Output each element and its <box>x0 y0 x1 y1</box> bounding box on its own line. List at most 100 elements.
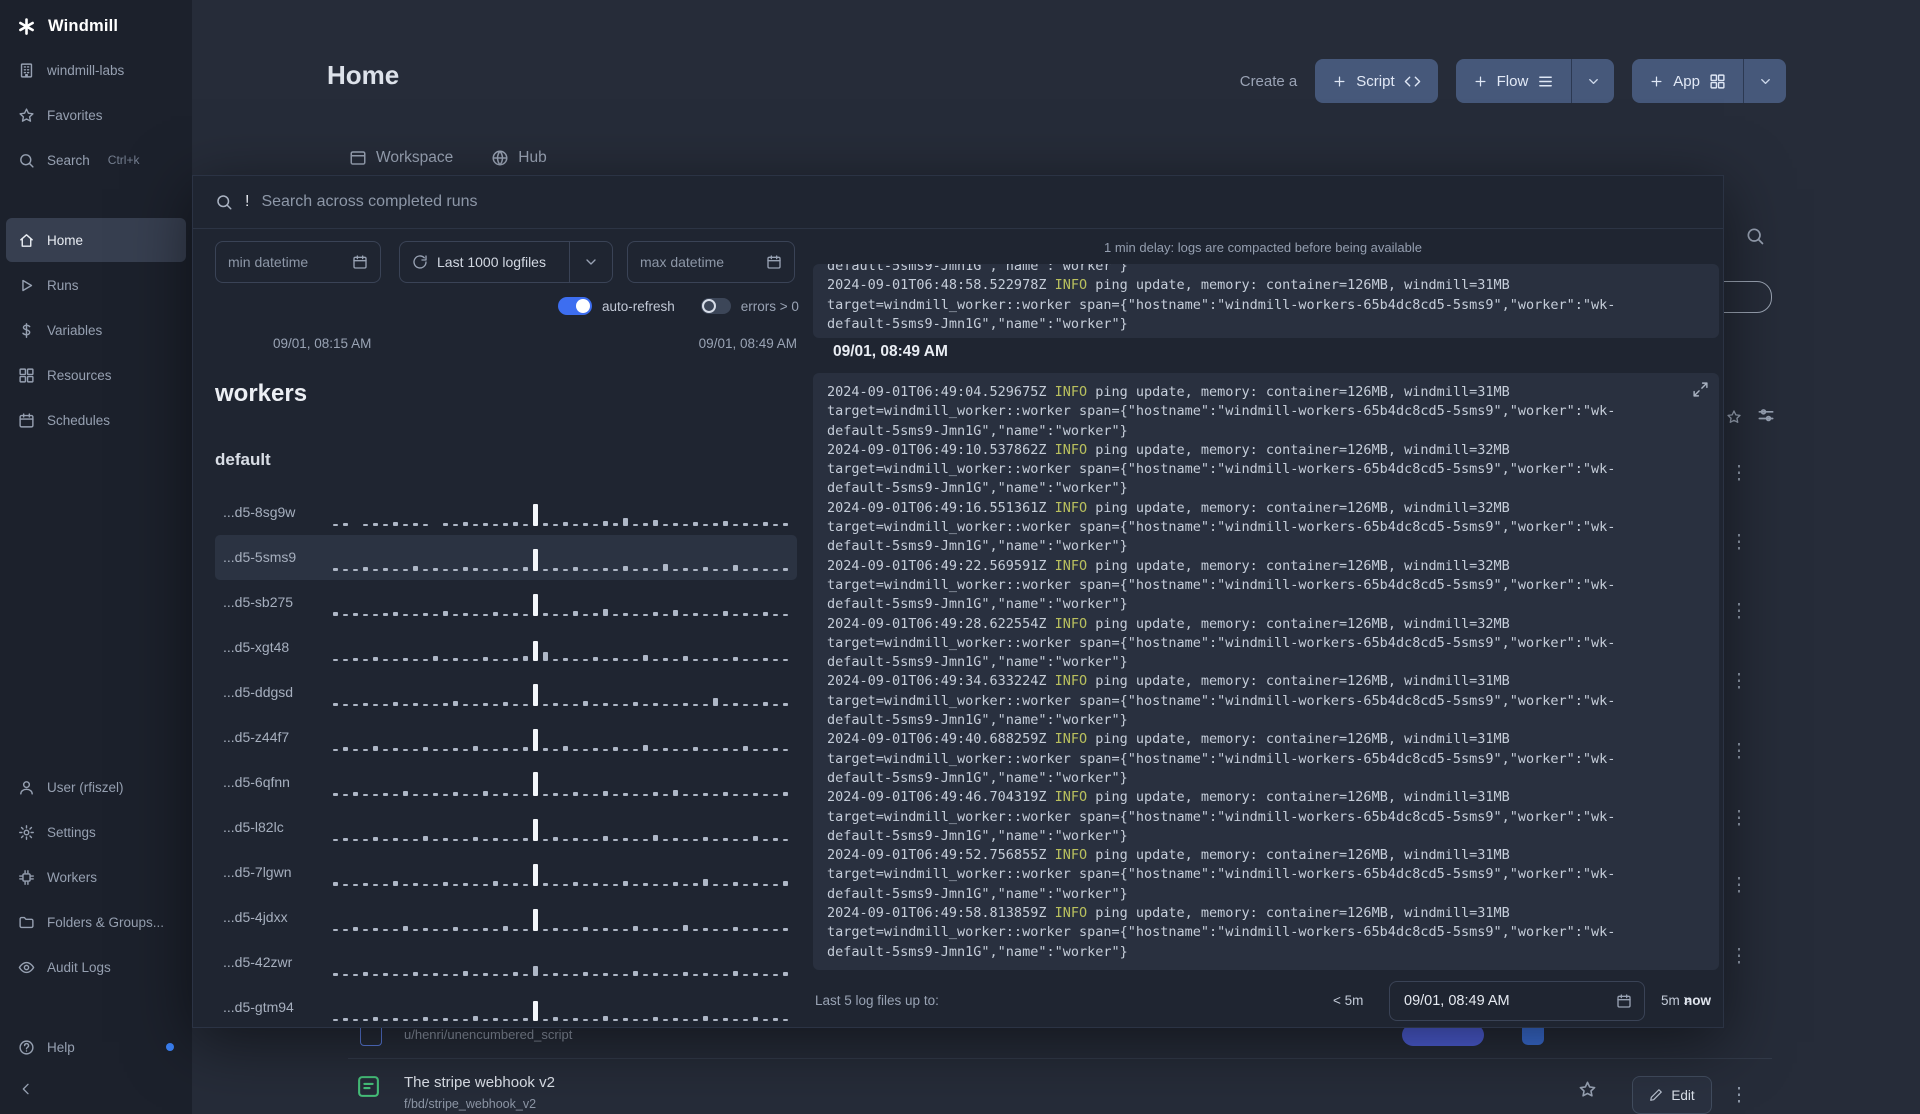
windmill-logo-icon <box>16 16 37 37</box>
row-menu-kebab-icon[interactable]: ⋮ <box>1729 742 1749 762</box>
sidebar-item-user[interactable]: User (rfiszel) <box>6 765 186 809</box>
errors-toggle[interactable] <box>700 298 731 314</box>
row-menu-kebab-icon[interactable]: ⋮ <box>1729 672 1749 692</box>
worker-row[interactable]: ...d5-7lgwn <box>215 850 797 895</box>
create-app-label: App <box>1673 72 1700 90</box>
worker-activity-sparkline <box>333 635 793 661</box>
play-icon <box>18 277 35 294</box>
chevron-left-icon <box>18 1081 34 1097</box>
create-app-button[interactable]: App <box>1632 59 1743 103</box>
sidebar-item-help[interactable]: Help <box>6 1025 186 1069</box>
star-icon <box>18 107 35 124</box>
row-menu-kebab-icon[interactable]: ⋮ <box>1729 876 1749 896</box>
plus-icon <box>1473 74 1488 89</box>
sidebar-item-label: Variables <box>47 322 103 338</box>
worker-name: ...d5-sb275 <box>223 594 294 610</box>
worker-row[interactable]: ...d5-ddgsd <box>215 670 797 715</box>
row-menu-kebab-icon[interactable]: ⋮ <box>1729 809 1749 829</box>
create-flow-label: Flow <box>1496 72 1529 90</box>
row-menu-kebab-icon[interactable]: ⋮ <box>1729 947 1749 967</box>
log-entry: 2024-09-01T06:49:52.756855Z INFO ping up… <box>827 847 1616 902</box>
create-script-label: Script <box>1356 72 1395 90</box>
row-menu-kebab-icon[interactable]: ⋮ <box>1729 1086 1749 1106</box>
logfiles-dropdown-button[interactable] <box>569 242 612 282</box>
sidebar-item-schedules[interactable]: Schedules <box>6 398 186 442</box>
cpu-icon <box>18 869 35 886</box>
create-buttons-row: Create a Script Flow App <box>1240 59 1786 103</box>
flow-list-icon <box>1537 73 1554 90</box>
create-app-dropdown-button[interactable] <box>1743 59 1786 103</box>
sidebar-item-label: windmill-labs <box>47 62 125 78</box>
previous-log-entries: 2024-09-01T06:48:58.522978Z INFO ping up… <box>827 276 1705 334</box>
now-button[interactable]: now <box>1684 993 1711 1008</box>
auto-refresh-toggle[interactable] <box>558 297 592 315</box>
worker-activity-sparkline <box>333 770 793 796</box>
worker-name: ...d5-5sms9 <box>223 549 297 565</box>
worker-row[interactable]: ...d5-xgt48 <box>215 625 797 670</box>
tab-label: Hub <box>518 149 547 166</box>
create-script-button[interactable]: Script <box>1315 59 1437 103</box>
workers-list: ...d5-8sg9w ...d5-5sms9 ...d5-sb275 ...d5-x… <box>215 490 797 1030</box>
worker-row[interactable]: ...d5-8sg9w <box>215 490 797 535</box>
sidebar-item-workers[interactable]: Workers <box>6 855 186 899</box>
sidebar-item-runs[interactable]: Runs <box>6 263 186 307</box>
log-section-header: 09/01, 08:49 AM <box>833 343 948 360</box>
range-start: 09/01, 08:15 AM <box>273 336 372 351</box>
worker-row[interactable]: ...d5-5sms9 <box>215 535 797 580</box>
worker-activity-sparkline <box>333 500 793 526</box>
worker-activity-sparkline <box>333 590 793 616</box>
worker-row[interactable]: ...d5-z44f7 <box>215 715 797 760</box>
chevron-down-icon <box>1586 74 1601 89</box>
logfiles-select[interactable]: Last 1000 logfiles <box>399 241 613 283</box>
folder-icon <box>18 914 35 931</box>
row-menu-kebab-icon[interactable]: ⋮ <box>1729 602 1749 622</box>
row-menu-kebab-icon[interactable]: ⋮ <box>1729 533 1749 553</box>
create-flow-dropdown-button[interactable] <box>1571 59 1614 103</box>
sidebar-item-workspace[interactable]: windmill-labs <box>6 48 186 92</box>
item-title[interactable]: The stripe webhook v2 <box>404 1074 555 1091</box>
sidebar-item-favorites[interactable]: Favorites <box>6 93 186 137</box>
favorite-star-icon[interactable] <box>1578 1080 1597 1099</box>
min-datetime-input[interactable]: min datetime <box>215 241 381 283</box>
worker-name: ...d5-ddgsd <box>223 684 294 700</box>
worker-row[interactable]: ...d5-4jdxx <box>215 895 797 940</box>
worker-name: ...d5-xgt48 <box>223 639 290 655</box>
runs-search-input[interactable]: ! Search across completed runs <box>193 176 1723 229</box>
worker-row[interactable]: ...d5-6qfnn <box>215 760 797 805</box>
sidebar-item-folders-groups[interactable]: Folders & Groups... <box>6 900 186 944</box>
sidebar-item-label: Folders & Groups... <box>47 914 165 930</box>
log-delay-note: 1 min delay: logs are compacted before b… <box>1104 240 1422 255</box>
row-menu-kebab-icon[interactable]: ⋮ <box>1729 464 1749 484</box>
log-datetime-input[interactable]: 09/01, 08:49 AM <box>1389 981 1645 1021</box>
collapse-sidebar-button[interactable] <box>0 1070 192 1108</box>
sidebar-item-home[interactable]: Home <box>6 218 186 262</box>
worker-row[interactable]: ...d5-42zwr <box>215 940 797 985</box>
worker-row[interactable]: ...d5-sb275 <box>215 580 797 625</box>
sliders-icon[interactable] <box>1756 406 1776 426</box>
edit-button[interactable]: Edit <box>1632 1076 1712 1114</box>
app-title: Windmill <box>48 17 119 35</box>
worker-name: ...d5-z44f7 <box>223 729 290 745</box>
star-filter-icon[interactable] <box>1726 409 1742 425</box>
sidebar-item-audit-logs[interactable]: Audit Logs <box>6 945 186 989</box>
sidebar-item-search[interactable]: Search Ctrl+k <box>6 138 186 182</box>
sidebar-item-variables[interactable]: Variables <box>6 308 186 352</box>
worker-row[interactable]: ...d5-l82lc <box>215 805 797 850</box>
log-entry: 2024-09-01T06:49:28.622554Z INFO ping up… <box>827 615 1616 671</box>
sidebar-item-settings[interactable]: Settings <box>6 810 186 854</box>
list-search-icon[interactable] <box>1745 226 1765 246</box>
max-datetime-input[interactable]: max datetime <box>627 241 795 283</box>
worker-row[interactable]: ...d5-gtm94 <box>215 985 797 1030</box>
workers-drawer: ! Search across completed runs min datet… <box>192 175 1724 1028</box>
create-flow-button[interactable]: Flow <box>1456 59 1572 103</box>
range-end: 09/01, 08:49 AM <box>698 336 797 351</box>
expand-icon[interactable] <box>1692 381 1709 398</box>
sidebar-item-resources[interactable]: Resources <box>6 353 186 397</box>
logfiles-value: Last 1000 logfiles <box>437 254 546 270</box>
log-footer: Last 5 log files up to: < 5m 09/01, 08:4… <box>813 981 1719 1023</box>
search-icon <box>215 193 233 211</box>
chevron-down-icon <box>583 254 599 270</box>
log-entry: 2024-09-01T06:49:34.633224Z INFO ping up… <box>827 673 1616 729</box>
worker-activity-sparkline <box>333 725 793 751</box>
back-5m-button[interactable]: < 5m <box>1333 993 1363 1008</box>
